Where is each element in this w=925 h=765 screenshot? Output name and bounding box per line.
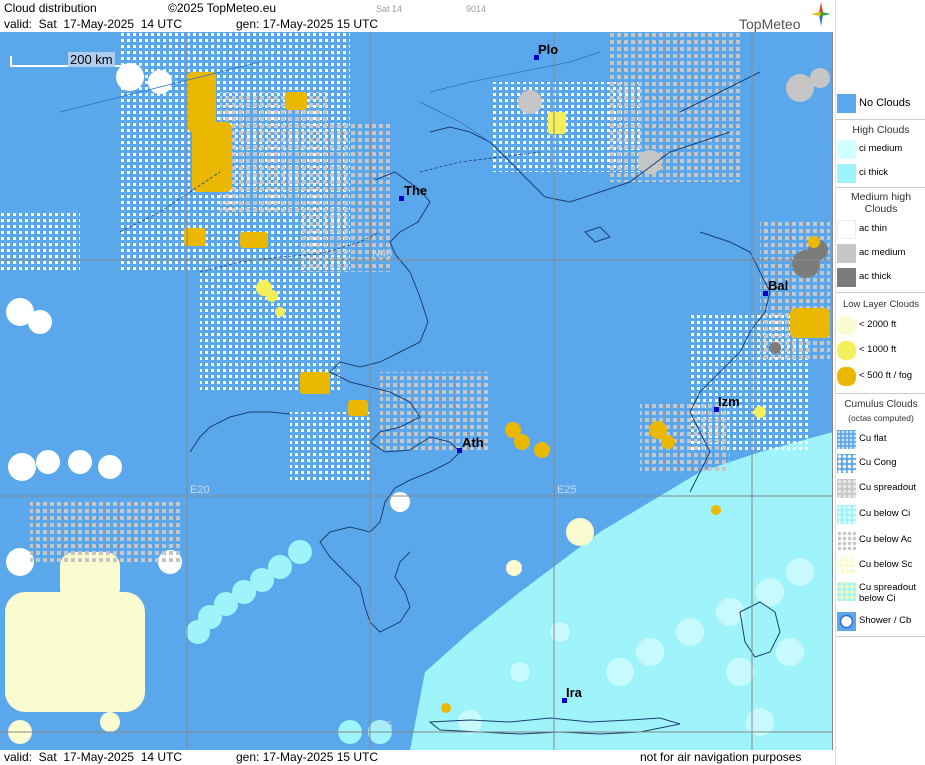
shower-cb-swatch — [837, 612, 856, 631]
legend-cu-cong: Cu Cong — [836, 452, 925, 476]
legend-label: Cu Cong — [859, 457, 897, 468]
legend-panel: No Clouds High Clouds ci medium ci thick… — [835, 0, 925, 765]
cirrus-area — [186, 432, 832, 750]
legend-cu-below-ci: Cu below Ci — [836, 503, 925, 527]
header-valid-time: valid: Sat 17-May-2025 14 UTC — [4, 17, 183, 31]
legend-divider — [836, 187, 925, 188]
city-label-ira[interactable]: Ira — [566, 685, 582, 700]
legend-ac-medium: ac medium — [836, 242, 925, 266]
grid-label-n35: N35 — [372, 720, 393, 732]
map-canvas — [0, 32, 832, 750]
city-label-plo[interactable]: Plo — [538, 42, 558, 57]
city-label-the[interactable]: The — [404, 183, 427, 198]
low-500-swatch — [837, 367, 856, 386]
legend-cu-below-sc: Cu below Sc — [836, 554, 925, 578]
legend-subheading-octas: (octas computed) — [848, 413, 914, 423]
cu-below-sc-swatch — [837, 556, 856, 575]
no-clouds-swatch — [837, 94, 856, 113]
cu-spreadout-below-ci-swatch — [837, 582, 856, 601]
scale-label: 200 km — [68, 52, 115, 67]
legend-cu-spreadout-below-ci: Cu spreadout below Ci — [836, 580, 925, 610]
footer-bar: valid: Sat 17-May-2025 14 UTC gen: 17-Ma… — [0, 750, 835, 765]
disclaimer-text: not for air navigation purposes — [640, 750, 802, 764]
legend-divider — [836, 119, 925, 120]
legend-label: Cu flat — [859, 433, 887, 444]
legend-cu-below-ac: Cu below Ac — [836, 529, 925, 553]
map-title: Cloud distribution — [4, 1, 97, 15]
legend-label: No Clouds — [859, 97, 911, 109]
cu-spreadout-swatch — [837, 479, 856, 498]
scale-bar: 200 km — [10, 52, 123, 70]
city-label-izm[interactable]: Izm — [718, 394, 740, 409]
legend-ci-medium: ci medium — [836, 138, 925, 162]
shower-icon — [839, 614, 854, 629]
ci-medium-swatch — [837, 140, 856, 159]
legend-divider — [836, 636, 925, 637]
legend-label: ac medium — [859, 247, 906, 258]
legend-heading-cumulus: Cumulus Clouds — [844, 399, 918, 410]
legend-label: < 1000 ft — [859, 344, 897, 355]
legend-ci-thick: ci thick — [836, 162, 925, 186]
city-label-ath[interactable]: Ath — [462, 435, 484, 450]
legend-label: Cu below Ac — [859, 534, 912, 545]
low-2000-swatch — [837, 316, 856, 335]
footer-gen-time: gen: 17-May-2025 15 UTC — [236, 750, 379, 764]
ci-thick-swatch — [837, 164, 856, 183]
low-1000-swatch — [837, 341, 856, 360]
legend-ac-thick: ac thick — [836, 266, 925, 290]
grid-label-n40: N40 — [372, 248, 393, 260]
legend-label: Cu below Ci — [859, 508, 911, 519]
legend-divider — [836, 393, 925, 394]
header-gen-time: gen: 17-May-2025 15 UTC — [236, 17, 379, 31]
legend-low-500: < 500 ft / fog — [836, 365, 925, 389]
copyright-text: ©2025 TopMeteo.eu — [168, 1, 277, 15]
grid-label-e25: E25 — [557, 484, 577, 496]
legend-divider — [836, 292, 925, 293]
legend-heading-high: High Clouds — [852, 124, 910, 136]
legend-ac-thin: ac thin — [836, 218, 925, 242]
legend-low-1000: < 1000 ft — [836, 339, 925, 363]
legend-low-2000: < 2000 ft — [836, 314, 925, 338]
legend-shower-cb: Shower / Cb — [836, 610, 925, 634]
legend-label: < 2000 ft — [859, 319, 897, 330]
legend-label: ci thick — [859, 167, 889, 178]
legend-label: Cu spreadout below Ci — [859, 582, 917, 604]
ac-thin-swatch — [837, 220, 856, 239]
legend-no-clouds: No Clouds — [836, 92, 925, 116]
legend-label: Shower / Cb — [859, 615, 912, 626]
frame-code: 9014 — [466, 4, 487, 14]
legend-cu-spreadout: Cu spreadout — [836, 477, 925, 501]
cu-cong-swatch — [837, 454, 856, 473]
legend-heading-medium: Medium high Clouds — [850, 191, 912, 215]
cu-below-ac-swatch — [837, 531, 856, 550]
legend-label: ac thin — [859, 223, 887, 234]
cu-flat-swatch — [837, 430, 856, 449]
legend-cu-flat: Cu flat — [836, 428, 925, 452]
legend-heading-low: Low Layer Clouds — [842, 299, 920, 310]
topmeteo-logo[interactable]: TopMeteo — [739, 2, 831, 32]
logo-text: TopMeteo — [739, 16, 801, 32]
footer-valid-time: valid: Sat 17-May-2025 14 UTC — [4, 750, 183, 764]
legend-label: ci medium — [859, 143, 903, 154]
grid-label-e20: E20 — [190, 484, 210, 496]
cu-below-ci-swatch — [837, 505, 856, 524]
frame-label: Sat 14 — [376, 4, 403, 14]
ac-thick-swatch — [837, 268, 856, 287]
ac-medium-swatch — [837, 244, 856, 263]
legend-label: Cu below Sc — [859, 559, 913, 570]
header-bar: Cloud distribution ©2025 TopMeteo.eu Sat… — [0, 0, 835, 32]
legend-label: Cu spreadout — [859, 482, 917, 493]
cloud-map[interactable]: 200 km N40 E20 E25 N35 Plo The Bal Izm A… — [0, 32, 833, 750]
city-label-bal[interactable]: Bal — [768, 278, 788, 293]
compass-icon — [811, 2, 831, 26]
legend-label: ac thick — [859, 271, 892, 282]
legend-label: < 500 ft / fog — [859, 370, 913, 381]
